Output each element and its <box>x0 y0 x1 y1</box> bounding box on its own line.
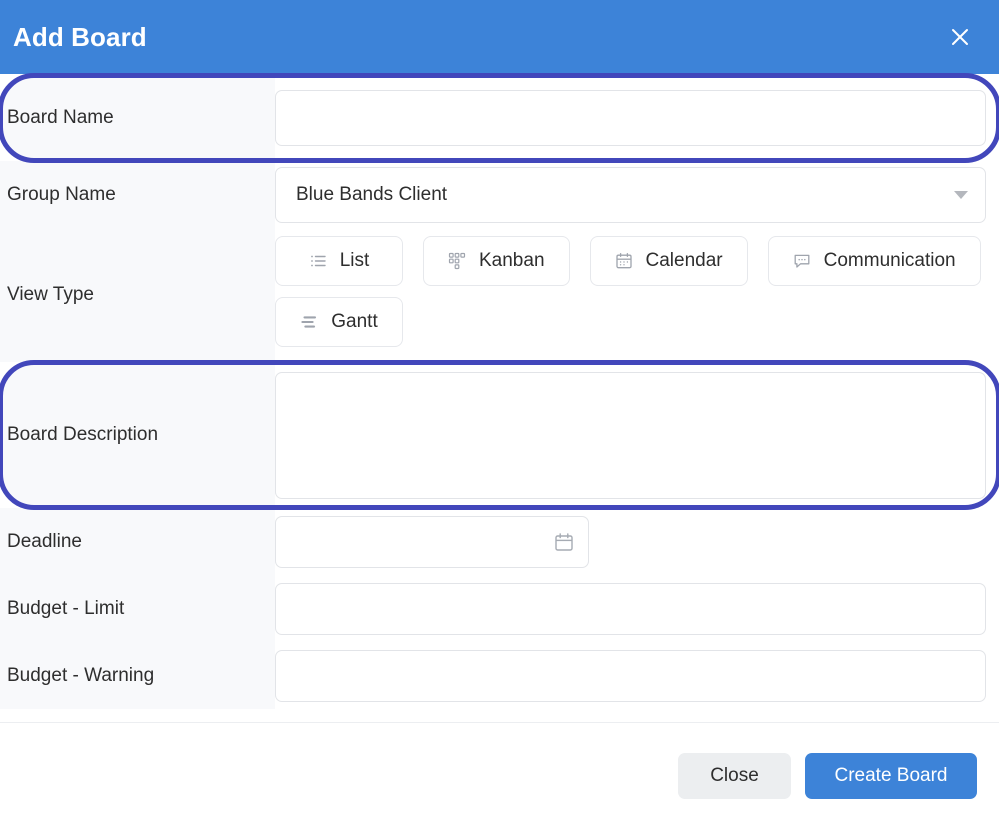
field-row-budget-limit: Budget - Limit <box>0 575 999 642</box>
field-row-view-type: View Type List Kanban Calendar Communica… <box>0 228 999 362</box>
dialog-footer: Close Create Board <box>0 722 999 828</box>
label-board-description: Board Description <box>0 362 275 508</box>
group-name-select-wrap: Blue Bands Client <box>275 166 986 223</box>
close-icon[interactable] <box>943 20 977 54</box>
label-budget-warning: Budget - Warning <box>0 642 275 709</box>
view-type-label: Calendar <box>645 250 723 271</box>
label-board-name: Board Name <box>0 75 275 161</box>
view-type-label: Communication <box>823 250 956 271</box>
field-wrap-budget-warning <box>275 642 999 709</box>
view-type-options: List Kanban Calendar Communication Gantt <box>275 228 986 355</box>
field-wrap-board-description <box>275 362 999 508</box>
chat-bubble-icon <box>793 252 811 270</box>
page-title: Add Board <box>13 21 147 52</box>
view-type-option-calendar[interactable]: Calendar <box>589 236 748 286</box>
label-view-type: View Type <box>0 228 275 362</box>
field-row-board-name: Board Name <box>0 73 999 163</box>
add-board-dialog: Add Board Board Name Group Name Blue Ban… <box>0 0 999 828</box>
list-icon <box>309 252 327 270</box>
group-name-select[interactable]: Blue Bands Client <box>275 166 986 223</box>
field-row-board-description: Board Description <box>0 360 999 510</box>
budget-limit-input[interactable] <box>275 582 986 635</box>
gantt-bars-icon <box>300 313 318 331</box>
group-name-selected-value: Blue Bands Client <box>296 183 448 205</box>
kanban-grid-icon <box>448 252 466 270</box>
view-type-label: Kanban <box>479 250 545 271</box>
deadline-input[interactable] <box>275 515 589 568</box>
view-type-label: List <box>339 250 370 271</box>
budget-warning-input[interactable] <box>275 649 986 702</box>
field-wrap-budget-limit <box>275 575 999 642</box>
label-budget-limit: Budget - Limit <box>0 575 275 642</box>
field-row-budget-warning: Budget - Warning <box>0 642 999 709</box>
field-wrap-deadline <box>275 508 999 575</box>
field-wrap-view-type: List Kanban Calendar Communication Gantt <box>275 228 999 362</box>
deadline-date-wrap <box>275 515 589 568</box>
view-type-label: Gantt <box>331 311 378 332</box>
field-wrap-board-name <box>275 75 999 161</box>
field-row-group-name: Group Name Blue Bands Client <box>0 161 999 228</box>
view-type-option-list[interactable]: List <box>275 236 403 286</box>
view-type-option-gantt[interactable]: Gantt <box>275 297 403 347</box>
close-button[interactable]: Close <box>678 752 791 799</box>
field-row-deadline: Deadline <box>0 508 999 575</box>
dialog-header: Add Board <box>0 0 999 74</box>
calendar-icon <box>615 252 633 270</box>
view-type-option-kanban[interactable]: Kanban <box>423 236 570 286</box>
view-type-option-communication[interactable]: Communication <box>767 236 981 286</box>
create-board-button[interactable]: Create Board <box>805 752 977 799</box>
label-group-name: Group Name <box>0 161 275 228</box>
label-deadline: Deadline <box>0 508 275 575</box>
field-wrap-group-name: Blue Bands Client <box>275 161 999 228</box>
board-description-textarea[interactable] <box>275 371 986 499</box>
board-name-input[interactable] <box>275 90 986 146</box>
dialog-body: Board Name Group Name Blue Bands Client … <box>0 73 999 722</box>
